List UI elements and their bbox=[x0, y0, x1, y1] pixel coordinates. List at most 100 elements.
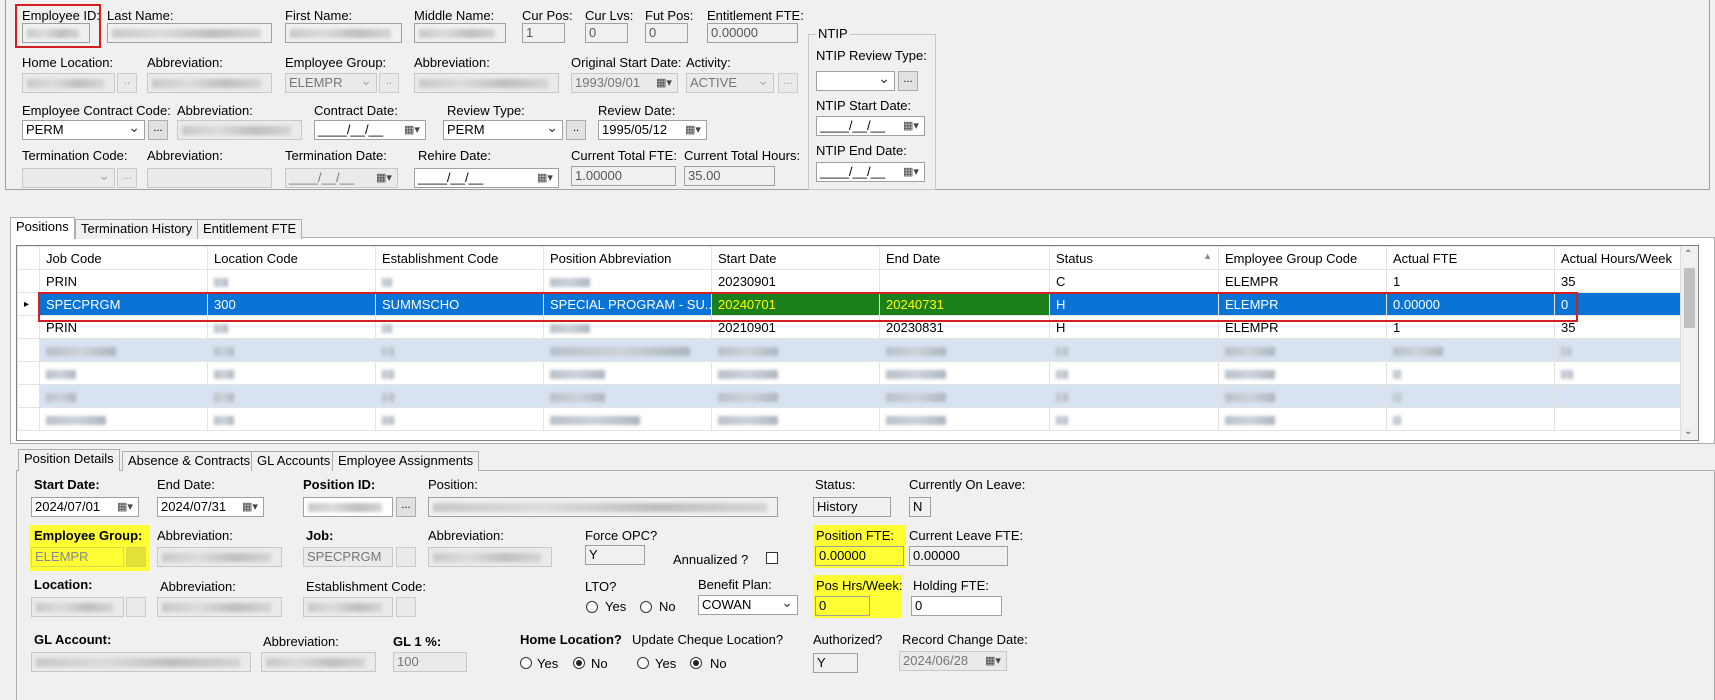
calendar-icon: ▦▾ bbox=[985, 655, 1001, 667]
redacted bbox=[1393, 392, 1401, 402]
activity-lookup-button[interactable]: ... bbox=[778, 73, 798, 93]
tab-gl-accounts[interactable]: GL Accounts bbox=[251, 451, 337, 471]
termination-date-field[interactable]: ____/__/__ ▦▾ bbox=[285, 168, 398, 188]
redacted bbox=[1056, 346, 1068, 356]
original-start-date-field[interactable]: 1993/09/01 ▦▾ bbox=[571, 73, 678, 93]
last-name-label: Last Name: bbox=[107, 8, 174, 23]
calendar-icon[interactable]: ▦▾ bbox=[899, 164, 923, 180]
column-header[interactable]: Actual Hours/Week bbox=[1554, 246, 1698, 270]
cell bbox=[207, 269, 376, 293]
update-cheque-location-label: Update Cheque Location? bbox=[632, 632, 784, 647]
rehire-date-field[interactable]: ____/__/__ ▦▾ bbox=[414, 168, 559, 188]
review-type-lookup-button[interactable]: .. bbox=[566, 120, 586, 140]
column-header-status[interactable]: Status ▲ bbox=[1049, 246, 1219, 270]
pos-hrs-week-field[interactable]: 0 bbox=[815, 596, 870, 616]
first-name-field[interactable] bbox=[285, 23, 402, 43]
column-header[interactable]: Actual FTE bbox=[1386, 246, 1555, 270]
calendar-icon[interactable]: ▦▾ bbox=[238, 499, 262, 515]
tab-entitlement-fte[interactable]: Entitlement FTE bbox=[197, 219, 303, 239]
column-header[interactable]: Start Date bbox=[711, 246, 880, 270]
position-id-lookup-button[interactable]: ... bbox=[396, 497, 416, 517]
cell bbox=[39, 407, 208, 431]
calendar-icon[interactable]: ▦▾ bbox=[533, 170, 557, 186]
table-row-redacted[interactable] bbox=[17, 407, 1698, 431]
home-location-yes-radio[interactable] bbox=[520, 657, 532, 669]
ntip-end-date-field[interactable]: ____/__/__ ▦▾ bbox=[816, 162, 925, 182]
job-lookup-button[interactable] bbox=[396, 547, 416, 567]
cur-lvs-field: 0 bbox=[585, 23, 628, 43]
annualized-checkbox[interactable] bbox=[766, 552, 778, 564]
column-header[interactable]: End Date bbox=[879, 246, 1050, 270]
location-field bbox=[31, 597, 124, 617]
start-date-field[interactable]: 2024/07/01 ▦▾ bbox=[31, 497, 139, 517]
scroll-down-icon[interactable]: ⌄ bbox=[1684, 426, 1692, 437]
location-lookup-button[interactable] bbox=[126, 597, 146, 617]
cell bbox=[1386, 407, 1555, 431]
annualized-label: Annualized ? bbox=[673, 552, 749, 567]
scroll-up-icon[interactable]: ⌃ bbox=[1684, 249, 1692, 260]
middle-name-field[interactable] bbox=[414, 23, 506, 43]
row-header bbox=[17, 407, 40, 431]
employee-group-lookup-button[interactable] bbox=[126, 547, 146, 567]
calendar-icon[interactable]: ▦▾ bbox=[400, 122, 424, 138]
redacted bbox=[46, 415, 106, 425]
lto-no-label: No bbox=[659, 599, 676, 614]
lto-no-radio[interactable] bbox=[640, 601, 652, 613]
redacted bbox=[1561, 369, 1573, 379]
row-header bbox=[17, 338, 40, 362]
column-header[interactable]: Position Abbreviation bbox=[543, 246, 712, 270]
review-type-select[interactable]: PERM bbox=[443, 120, 563, 140]
redacted bbox=[382, 392, 394, 402]
position-fte-field[interactable]: 0.00000 bbox=[815, 546, 904, 566]
contract-date-field[interactable]: ____/__/__ ▦▾ bbox=[314, 120, 426, 140]
establishment-code-lookup-button[interactable] bbox=[396, 597, 416, 617]
row-header bbox=[17, 315, 40, 339]
column-header[interactable]: Location Code bbox=[207, 246, 376, 270]
employee-group-lookup-button[interactable]: .. bbox=[379, 73, 399, 93]
employee-contract-code-select[interactable]: PERM bbox=[22, 120, 145, 140]
ntip-start-date-field[interactable]: ____/__/__ ▦▾ bbox=[816, 116, 925, 136]
update-cheque-yes-radio[interactable] bbox=[637, 657, 649, 669]
activity-select[interactable]: ACTIVE bbox=[686, 73, 774, 93]
table-row[interactable]: PRIN 20230901 C ELEMPR 1 35 bbox=[17, 269, 1698, 293]
employee-id-highlight bbox=[15, 4, 101, 48]
cell: PRIN bbox=[39, 269, 208, 293]
update-cheque-no-radio[interactable] bbox=[690, 657, 702, 669]
column-header[interactable]: Establishment Code bbox=[375, 246, 544, 270]
holding-fte-field[interactable]: 0 bbox=[911, 596, 1002, 616]
end-date-field[interactable]: 2024/07/31 ▦▾ bbox=[157, 497, 264, 517]
scrollbar-thumb[interactable] bbox=[1684, 268, 1695, 328]
calendar-icon[interactable]: ▦▾ bbox=[899, 118, 923, 134]
grid-vertical-scrollbar[interactable]: ⌃ ⌄ bbox=[1680, 246, 1698, 440]
lto-yes-radio[interactable] bbox=[586, 601, 598, 613]
last-name-field[interactable] bbox=[107, 23, 272, 43]
cell bbox=[1218, 338, 1387, 362]
column-header[interactable]: Employee Group Code bbox=[1218, 246, 1387, 270]
employee-group-select[interactable]: ELEMPR bbox=[285, 73, 377, 93]
position-id-field[interactable] bbox=[303, 497, 393, 517]
calendar-icon[interactable]: ▦▾ bbox=[681, 122, 705, 138]
home-location-select[interactable] bbox=[22, 73, 115, 93]
table-row-redacted[interactable] bbox=[17, 361, 1698, 385]
tab-position-details[interactable]: Position Details bbox=[18, 449, 120, 471]
termination-code-select[interactable] bbox=[22, 168, 115, 188]
tab-termination-history[interactable]: Termination History bbox=[75, 219, 199, 239]
review-date-field[interactable]: 1995/05/12 ▦▾ bbox=[598, 120, 707, 140]
ntip-review-type-select[interactable] bbox=[816, 71, 895, 91]
tab-positions[interactable]: Positions bbox=[10, 217, 75, 239]
selected-row-highlight bbox=[38, 292, 1578, 322]
table-row-redacted[interactable] bbox=[17, 384, 1698, 408]
tab-employee-assignments[interactable]: Employee Assignments bbox=[332, 451, 480, 471]
home-location-lookup-button[interactable]: .. bbox=[117, 73, 137, 93]
tab-absence-contracts[interactable]: Absence & Contracts bbox=[122, 451, 257, 471]
benefit-plan-select[interactable]: COWAN bbox=[698, 595, 798, 615]
home-location-abbreviation-field bbox=[147, 73, 272, 93]
home-location-no-radio[interactable] bbox=[573, 657, 585, 669]
ntip-review-type-lookup-button[interactable]: ... bbox=[898, 71, 918, 91]
position-field bbox=[428, 497, 778, 517]
column-header[interactable]: Job Code bbox=[39, 246, 208, 270]
calendar-icon[interactable]: ▦▾ bbox=[113, 499, 137, 515]
contract-code-lookup-button[interactable]: ... bbox=[148, 120, 168, 140]
table-row-redacted[interactable] bbox=[17, 338, 1698, 362]
termination-code-lookup-button[interactable]: ... bbox=[117, 168, 137, 188]
